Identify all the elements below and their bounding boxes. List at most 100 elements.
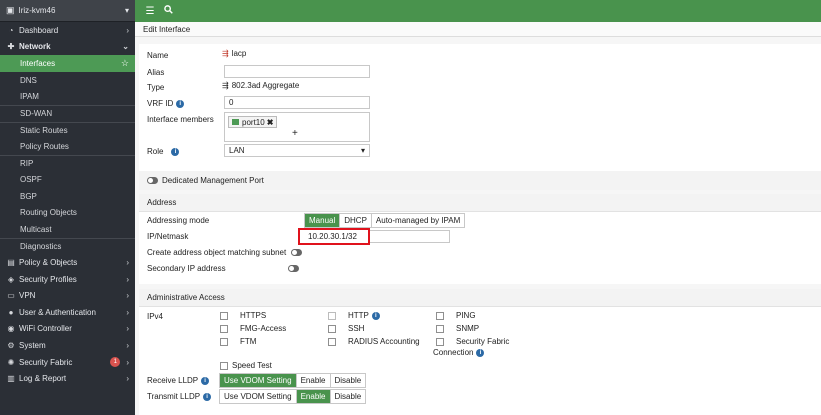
type-value: ⇶ 802.3ad Aggregate	[222, 81, 300, 90]
receive-lldp-disable-button[interactable]: Disable	[331, 374, 366, 387]
notification-badge: 1	[110, 357, 121, 368]
role-select[interactable]: LAN ▾	[224, 144, 370, 157]
security-fabric-checkbox[interactable]: Security Fabric	[436, 337, 509, 346]
http-checkbox[interactable]: HTTP i	[328, 311, 380, 320]
sidebar-item-sdwan[interactable]: SD-WAN	[0, 104, 135, 122]
security-profiles-icon: ◈	[7, 274, 15, 284]
close-icon[interactable]: ✖	[267, 118, 274, 127]
role-label: Role i	[147, 147, 180, 156]
member-tag[interactable]: port10 ✖	[228, 116, 278, 128]
sidebar-item-rip[interactable]: RIP	[0, 154, 135, 172]
ftm-checkbox[interactable]: FTM	[220, 337, 256, 346]
sidebar-item-diagnostics[interactable]: Diagnostics	[0, 237, 135, 255]
sidebar-item-multicast[interactable]: Multicast	[0, 221, 135, 238]
sidebar-item-policy-routes[interactable]: Policy Routes	[0, 138, 135, 155]
aggregate-icon: ⇶	[222, 81, 229, 90]
https-checkbox[interactable]: HTTPS	[220, 311, 266, 320]
fabric-icon: ✺	[7, 357, 15, 367]
chart-icon: ▥	[7, 374, 15, 384]
sidebar-item-security-fabric[interactable]: ✺ Security Fabric 1 ›	[0, 354, 135, 371]
vrf-input[interactable]: 0	[224, 96, 370, 109]
chevron-right-icon: ›	[126, 274, 129, 284]
transmit-lldp-disable-button[interactable]: Disable	[331, 390, 366, 403]
alias-input[interactable]	[224, 65, 370, 78]
chevron-right-icon: ›	[126, 25, 129, 35]
ssh-checkbox[interactable]: SSH	[328, 324, 364, 333]
receive-lldp-enable-button[interactable]: Enable	[297, 374, 331, 387]
user-icon: ●	[8, 307, 14, 317]
star-icon[interactable]: ☆	[121, 58, 129, 69]
info-icon[interactable]: i	[203, 392, 212, 401]
radius-accounting-checkbox[interactable]: RADIUS Accounting	[328, 337, 420, 346]
create-address-object-row: Create address object matching subnet	[147, 248, 303, 257]
interface-members-field[interactable]: port10 ✖ +	[224, 112, 370, 142]
ipv4-label: IPv4	[147, 312, 164, 321]
mode-dhcp-button[interactable]: DHCP	[340, 214, 372, 227]
sidebar-item-system[interactable]: ⚙ System ›	[0, 337, 135, 354]
addressing-mode-group: Manual DHCP Auto-managed by IPAM	[304, 213, 466, 228]
dedicated-mgmt[interactable]: Dedicated Management Port	[147, 176, 264, 185]
vpn-icon: ▭	[7, 291, 15, 301]
receive-lldp-label: Receive LLDP i	[147, 376, 210, 385]
mode-manual-button[interactable]: Manual	[305, 214, 341, 227]
transmit-lldp-group: Use VDOM Setting Enable Disable	[219, 389, 367, 404]
snmp-checkbox[interactable]: SNMP	[436, 324, 479, 333]
receive-lldp-group: Use VDOM Setting Enable Disable	[219, 373, 367, 388]
secondary-ip-label: Secondary IP address	[147, 264, 226, 273]
device-icon: ▣	[6, 5, 15, 15]
secondary-ip-toggle[interactable]	[288, 265, 299, 272]
sidebar-item-bgp[interactable]: BGP	[0, 188, 135, 205]
sidebar-item-network[interactable]: ✚ Network ⌄	[0, 39, 135, 56]
port-icon	[232, 119, 239, 125]
chevron-right-icon: ›	[126, 307, 129, 317]
address-section-header: Address	[139, 194, 821, 212]
policy-icon: ▤	[7, 258, 15, 268]
info-icon[interactable]: i	[176, 99, 185, 108]
vrf-label: VRF ID i	[147, 99, 185, 108]
sidebar-item-interfaces[interactable]: Interfaces ☆	[0, 55, 135, 72]
info-icon[interactable]: i	[201, 376, 210, 385]
sidebar-item-log-report[interactable]: ▥ Log & Report ›	[0, 370, 135, 387]
chevron-right-icon: ›	[126, 258, 129, 268]
chevron-right-icon: ›	[126, 357, 129, 367]
page-title: Edit Interface	[135, 22, 821, 37]
sidebar-item-user-auth[interactable]: ● User & Authentication ›	[0, 304, 135, 321]
toggle-switch[interactable]	[147, 177, 158, 184]
chevron-right-icon: ›	[126, 291, 129, 301]
security-fabric-connection-label: Connection i	[433, 348, 485, 357]
sidebar-item-ospf[interactable]: OSPF	[0, 171, 135, 188]
ip-netmask-value-highlight[interactable]: 10.20.30.1/32	[298, 228, 370, 245]
name-label: Name	[147, 51, 169, 60]
info-icon[interactable]: i	[476, 348, 485, 357]
info-icon[interactable]: i	[171, 147, 180, 156]
search-icon[interactable]	[159, 5, 177, 17]
sidebar-item-dns[interactable]: DNS	[0, 72, 135, 89]
sidebar-item-static-routes[interactable]: Static Routes	[0, 121, 135, 139]
sidebar-item-dashboard[interactable]: ◔ Dashboard ›	[0, 22, 135, 39]
menu-icon[interactable]: ☰	[141, 6, 159, 17]
device-selector[interactable]: ▣ Iriz-kvm46 ▾	[0, 0, 135, 22]
transmit-lldp-label: Transmit LLDP i	[147, 392, 212, 401]
sidebar-item-vpn[interactable]: ▭ VPN ›	[0, 288, 135, 305]
speed-test-checkbox[interactable]: Speed Test	[220, 361, 272, 370]
addressing-mode-label: Addressing mode	[147, 216, 210, 225]
toggle-switch[interactable]	[291, 249, 303, 256]
mode-ipam-button[interactable]: Auto-managed by IPAM	[372, 214, 464, 227]
name-value: ⇶ lacp	[222, 49, 247, 58]
transmit-lldp-vdom-button[interactable]: Use VDOM Setting	[220, 390, 297, 403]
receive-lldp-vdom-button[interactable]: Use VDOM Setting	[220, 374, 297, 387]
sidebar-item-security-profiles[interactable]: ◈ Security Profiles ›	[0, 271, 135, 288]
chevron-down-icon: ▾	[360, 146, 365, 155]
add-member-button[interactable]: +	[292, 128, 298, 139]
sidebar-item-ipam[interactable]: IPAM	[0, 88, 135, 105]
ping-checkbox[interactable]: PING	[436, 311, 476, 320]
info-icon[interactable]: i	[371, 311, 380, 320]
aggregate-icon: ⇶	[222, 49, 229, 58]
sidebar-item-wifi[interactable]: ◉ WiFi Controller ›	[0, 321, 135, 338]
sidebar-item-routing-objects[interactable]: Routing Objects	[0, 205, 135, 222]
sidebar-item-policy-objects[interactable]: ▤ Policy & Objects ›	[0, 254, 135, 271]
fmg-access-checkbox[interactable]: FMG-Access	[220, 324, 286, 333]
transmit-lldp-enable-button[interactable]: Enable	[296, 390, 331, 403]
chevron-right-icon: ›	[126, 341, 129, 351]
device-name: Iriz-kvm46	[18, 6, 56, 15]
